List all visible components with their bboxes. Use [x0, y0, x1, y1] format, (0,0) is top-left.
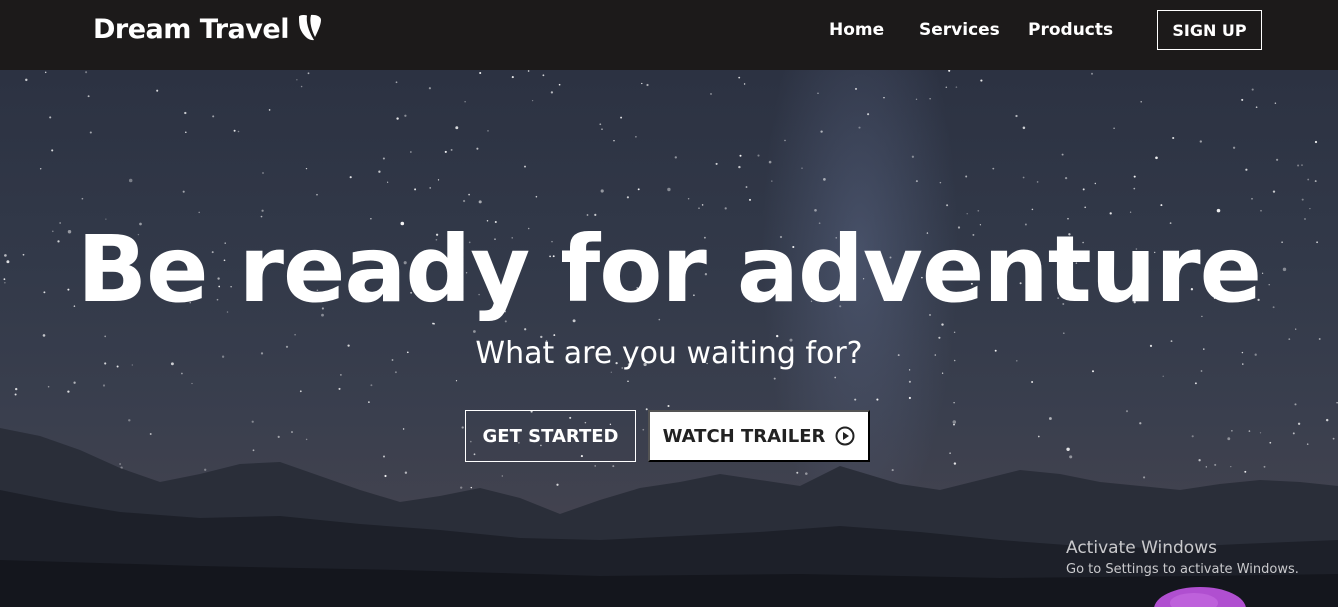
- watch-trailer-label: WATCH TRAILER: [662, 425, 826, 447]
- nav-link-products[interactable]: Products: [1028, 20, 1113, 40]
- hero-headline: Be ready for adventure: [77, 216, 1262, 323]
- sign-up-button[interactable]: SIGN UP: [1157, 10, 1262, 50]
- nav-link-services[interactable]: Services: [919, 20, 1000, 40]
- activation-title: Activate Windows: [1066, 538, 1217, 558]
- top-navbar: Dream Travel Home Services Products SIGN…: [0, 0, 1338, 70]
- activation-subtitle: Go to Settings to activate Windows.: [1066, 562, 1299, 577]
- play-circle-icon: [835, 426, 855, 446]
- brand-logo[interactable]: Dream Travel: [93, 14, 323, 45]
- windows-activation-watermark: Activate Windows Go to Settings to activ…: [1066, 538, 1299, 577]
- hero-subheadline: What are you waiting for?: [475, 336, 863, 371]
- watch-trailer-button[interactable]: WATCH TRAILER: [648, 410, 870, 462]
- tent-image: [1154, 587, 1246, 607]
- hero-section: Be ready for adventure What are you wait…: [0, 70, 1338, 607]
- nav-link-home[interactable]: Home: [829, 20, 884, 40]
- typo3-icon: [298, 14, 321, 40]
- get-started-button[interactable]: GET STARTED: [465, 410, 636, 462]
- brand-name: Dream Travel: [93, 14, 289, 45]
